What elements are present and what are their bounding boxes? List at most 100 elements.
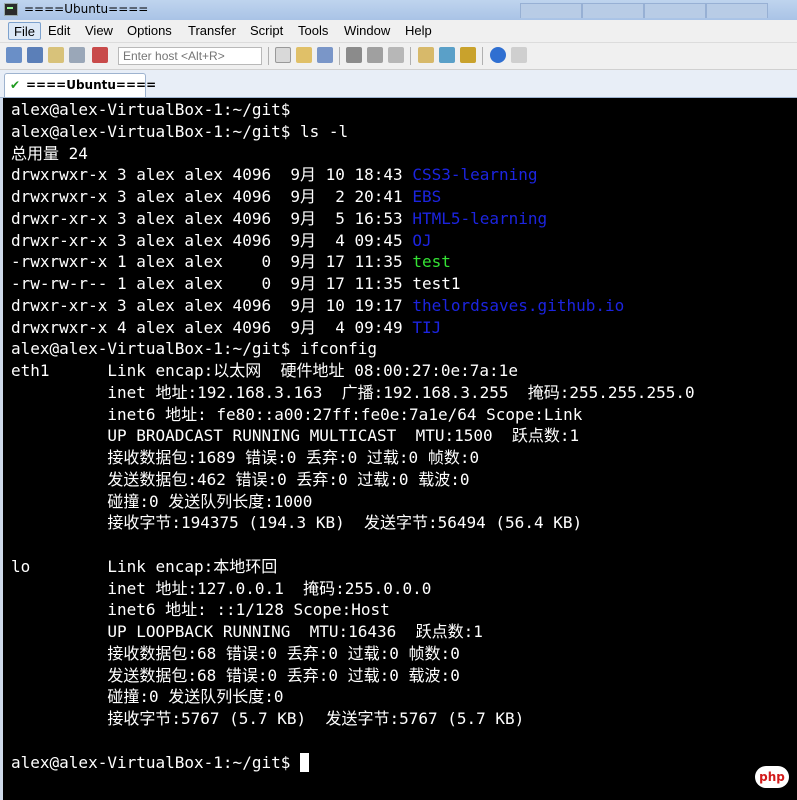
about-icon[interactable] <box>511 47 527 63</box>
terminal-text: drwxr-xr-x 3 alex alex 4096 9月 5 16:53 <box>11 208 413 228</box>
connect-in-tab-icon[interactable] <box>48 47 64 63</box>
global-options-icon[interactable] <box>439 47 455 63</box>
terminal-line: drwxrwxr-x 3 alex alex 4096 9月 2 20:41 E… <box>11 186 441 208</box>
terminal-text: drwxrwxr-x 3 alex alex 4096 9月 2 20:41 <box>11 187 413 206</box>
terminal-output[interactable]: php alex@alex-VirtualBox-1:~/git$ alex@al… <box>0 98 797 800</box>
toolbar <box>0 43 797 70</box>
terminal-text: alex@alex-VirtualBox-1:~/git$ <box>11 100 291 119</box>
menu-view[interactable]: View <box>80 22 118 40</box>
window-title-bar[interactable]: ====Ubuntu==== <box>0 0 797 20</box>
background-taskbar-tabs <box>520 2 797 18</box>
menu-transfer[interactable]: Transfer <box>183 22 241 40</box>
terminal-text: inet 地址:127.0.0.1 掩码:255.0.0.0 <box>11 578 432 598</box>
terminal-line: drwxrwxr-x 3 alex alex 4096 9月 10 18:43 … <box>11 164 538 186</box>
terminal-text: -rwxrwxr-x 1 alex alex 0 9月 17 11:35 <box>11 252 413 272</box>
session-tab-strip: ✔ ====Ubuntu==== <box>0 70 797 98</box>
directory-name: EBS <box>412 187 442 206</box>
terminal-line: alex@alex-VirtualBox-1:~/git$ <box>11 99 290 121</box>
toolbar-separator <box>410 47 411 65</box>
terminal-text: 总用量 24 <box>11 143 88 163</box>
copy-icon[interactable] <box>275 47 291 63</box>
toolbar-separator <box>268 47 269 65</box>
reconnect-icon[interactable] <box>69 47 85 63</box>
printer-setup-icon[interactable] <box>388 47 404 63</box>
menu-tools[interactable]: Tools <box>293 22 333 40</box>
terminal-line: alex@alex-VirtualBox-1:~/git$ ls -l <box>11 121 348 143</box>
directory-name: CSS3-learning <box>412 165 538 185</box>
menu-script[interactable]: Script <box>245 22 288 40</box>
background-tab-icon <box>520 3 582 18</box>
terminal-text: 碰撞:0 发送队列长度:0 <box>11 687 284 707</box>
connected-check-icon: ✔ <box>10 78 21 92</box>
directory-name: thelordsaves.github.io <box>412 295 625 315</box>
terminal-text: alex@alex-VirtualBox-1:~/git$ ifconfig <box>11 339 378 359</box>
terminal-text: 碰撞:0 发送队列长度:1000 <box>11 491 313 511</box>
terminal-text: drwxrwxr-x 4 alex alex 4096 9月 4 09:49 <box>11 317 413 337</box>
terminal-text: drwxr-xr-x 3 alex alex 4096 9月 10 19:17 <box>11 295 413 315</box>
terminal-line: -rwxrwxr-x 1 alex alex 0 9月 17 11:35 tes… <box>11 251 451 273</box>
toolbar-separator <box>482 47 483 65</box>
menu-file[interactable]: File <box>8 22 41 40</box>
terminal-text: eth1 Link encap:以太网 硬件地址 08:00:27:0e:7a:… <box>11 361 518 380</box>
terminal-text: 接收数据包:1689 错误:0 丢弃:0 过载:0 帧数:0 <box>11 448 480 467</box>
session-tab-label: ====Ubuntu==== <box>26 78 157 92</box>
paste-icon[interactable] <box>296 47 312 63</box>
terminal-text: inet6 地址: fe80::a00:27ff:fe0e:7a1e/64 Sc… <box>11 404 583 424</box>
terminal-line: inet 地址:127.0.0.1 掩码:255.0.0.0 <box>11 578 431 600</box>
terminal-line: 接收字节:194375 (194.3 KB) 发送字节:56494 (56.4 … <box>11 512 582 534</box>
disconnect-icon[interactable] <box>92 47 108 63</box>
terminal-line: UP LOOPBACK RUNNING MTU:16436 跃点数:1 <box>11 621 483 643</box>
terminal-line: 发送数据包:68 错误:0 丢弃:0 过载:0 载波:0 <box>11 665 460 687</box>
terminal-text: drwxr-xr-x 3 alex alex 4096 9月 4 09:45 <box>11 230 413 250</box>
terminal-line: inet6 地址: fe80::a00:27ff:fe0e:7a1e/64 Sc… <box>11 404 582 426</box>
watermark-logo: php <box>755 766 789 788</box>
terminal-line: eth1 Link encap:以太网 硬件地址 08:00:27:0e:7a:… <box>11 360 518 382</box>
menu-options[interactable]: Options <box>122 22 177 40</box>
key-icon[interactable] <box>460 47 476 63</box>
executable-name: test <box>412 252 451 272</box>
background-tab-icon <box>582 3 644 18</box>
terminal-line: 总用量 24 <box>11 143 88 165</box>
terminal-line: 接收数据包:68 错误:0 丢弃:0 过载:0 帧数:0 <box>11 643 460 665</box>
connect-icon[interactable] <box>6 47 22 63</box>
quick-connect-input[interactable] <box>118 47 262 65</box>
terminal-line: UP BROADCAST RUNNING MULTICAST MTU:1500 … <box>11 425 579 447</box>
terminal-text: 接收字节:5767 (5.7 KB) 发送字节:5767 (5.7 KB) <box>11 709 525 728</box>
terminal-line: 接收数据包:1689 错误:0 丢弃:0 过载:0 帧数:0 <box>11 447 479 469</box>
session-tab[interactable]: ✔ ====Ubuntu==== <box>4 73 156 97</box>
terminal-line: alex@alex-VirtualBox-1:~/git$ ifconfig <box>11 338 377 360</box>
session-options-icon[interactable] <box>418 47 434 63</box>
terminal-text: -rw-rw-r-- 1 alex alex 0 9月 17 11:35 tes… <box>11 274 461 293</box>
terminal-line: lo Link encap:本地环回 <box>11 556 277 578</box>
terminal-line: 发送数据包:462 错误:0 丢弃:0 过载:0 载波:0 <box>11 469 469 491</box>
directory-name: HTML5-learning <box>412 208 548 228</box>
terminal-text: drwxrwxr-x 3 alex alex 4096 9月 10 18:43 <box>11 165 413 185</box>
window-title: ====Ubuntu==== <box>24 2 149 16</box>
terminal-cursor <box>299 752 309 772</box>
menu-edit[interactable]: Edit <box>43 22 75 40</box>
find-icon[interactable] <box>317 47 333 63</box>
directory-name: TIJ <box>412 317 442 337</box>
terminal-text: lo Link encap:本地环回 <box>11 556 278 576</box>
help-icon[interactable] <box>490 47 506 63</box>
terminal-line: inet 地址:192.168.3.163 广播:192.168.3.255 掩… <box>11 382 694 404</box>
terminal-text: 接收字节:194375 (194.3 KB) 发送字节:56494 (56.4 … <box>11 513 583 533</box>
terminal-line: drwxr-xr-x 3 alex alex 4096 9月 5 16:53 H… <box>11 208 547 230</box>
terminal-text: 接收数据包:68 错误:0 丢弃:0 过载:0 帧数:0 <box>11 643 460 663</box>
terminal-line: drwxr-xr-x 3 alex alex 4096 9月 10 19:17 … <box>11 295 624 317</box>
terminal-line: drwxrwxr-x 4 alex alex 4096 9月 4 09:49 T… <box>11 317 441 339</box>
menu-window[interactable]: Window <box>339 22 395 40</box>
print-icon[interactable] <box>346 47 362 63</box>
terminal-text: UP LOOPBACK RUNNING MTU:16436 跃点数:1 <box>11 622 483 641</box>
terminal-line: 碰撞:0 发送队列长度:1000 <box>11 491 312 513</box>
terminal-line: inet6 地址: ::1/128 Scope:Host <box>11 599 390 621</box>
terminal-text: alex@alex-VirtualBox-1:~/git$ ls -l <box>11 121 349 141</box>
quick-connect-icon[interactable] <box>27 47 43 63</box>
print-screen-icon[interactable] <box>367 47 383 63</box>
terminal-text: inet6 地址: ::1/128 Scope:Host <box>11 600 390 620</box>
terminal-text: UP BROADCAST RUNNING MULTICAST MTU:1500 … <box>11 426 580 446</box>
terminal-line: -rw-rw-r-- 1 alex alex 0 9月 17 11:35 tes… <box>11 273 460 295</box>
directory-name: OJ <box>412 230 432 250</box>
menu-help[interactable]: Help <box>400 22 437 40</box>
terminal-text: alex@alex-VirtualBox-1:~/git$ <box>11 752 300 772</box>
